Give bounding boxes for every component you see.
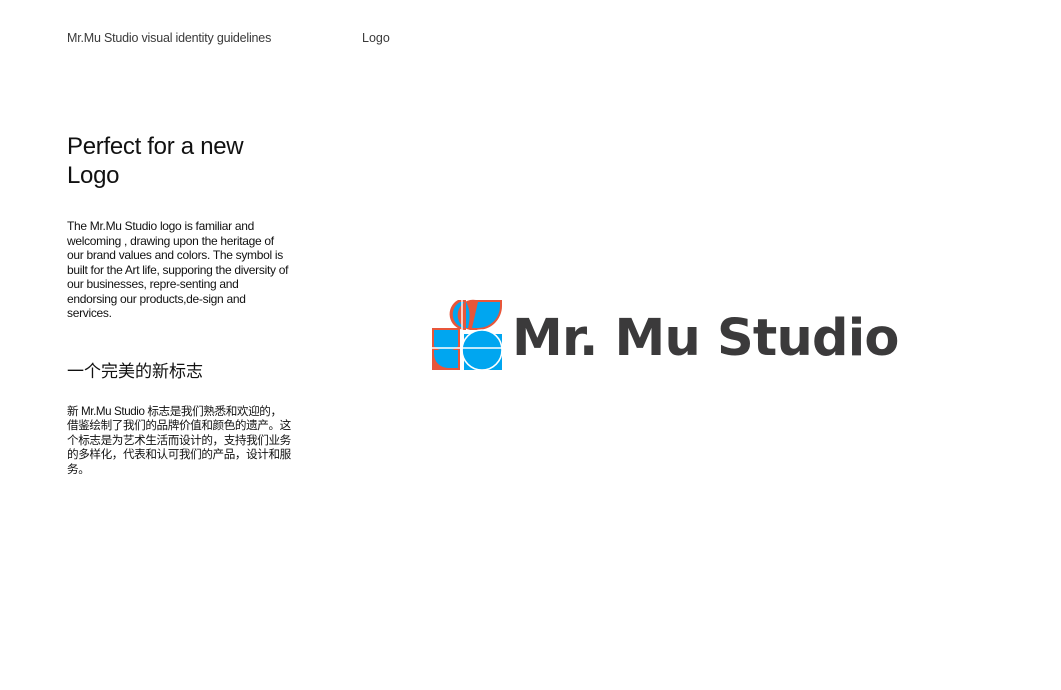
heading-english: Perfect for a new Logo	[67, 133, 244, 189]
logo-lockup: Mr. Mu Studio	[430, 298, 899, 372]
document-title: Mr.Mu Studio visual identity guidelines	[67, 31, 272, 45]
heading-chinese: 一个完美的新标志	[67, 361, 203, 381]
logo-wordmark: Mr. Mu Studio	[512, 309, 899, 368]
body-chinese: 新 Mr.Mu Studio 标志是我们熟悉和欢迎的，借鉴绘制了我们的品牌价值和…	[67, 404, 291, 476]
section-label: Logo	[362, 31, 390, 45]
guidelines-page: Mr.Mu Studio visual identity guidelines …	[0, 0, 1061, 690]
body-english: The Mr.Mu Studio logo is familiar and we…	[67, 219, 289, 320]
logo-mark-icon	[430, 298, 504, 372]
logo-circle	[461, 329, 503, 371]
description-column: Perfect for a new Logo The Mr.Mu Studio …	[67, 132, 291, 477]
